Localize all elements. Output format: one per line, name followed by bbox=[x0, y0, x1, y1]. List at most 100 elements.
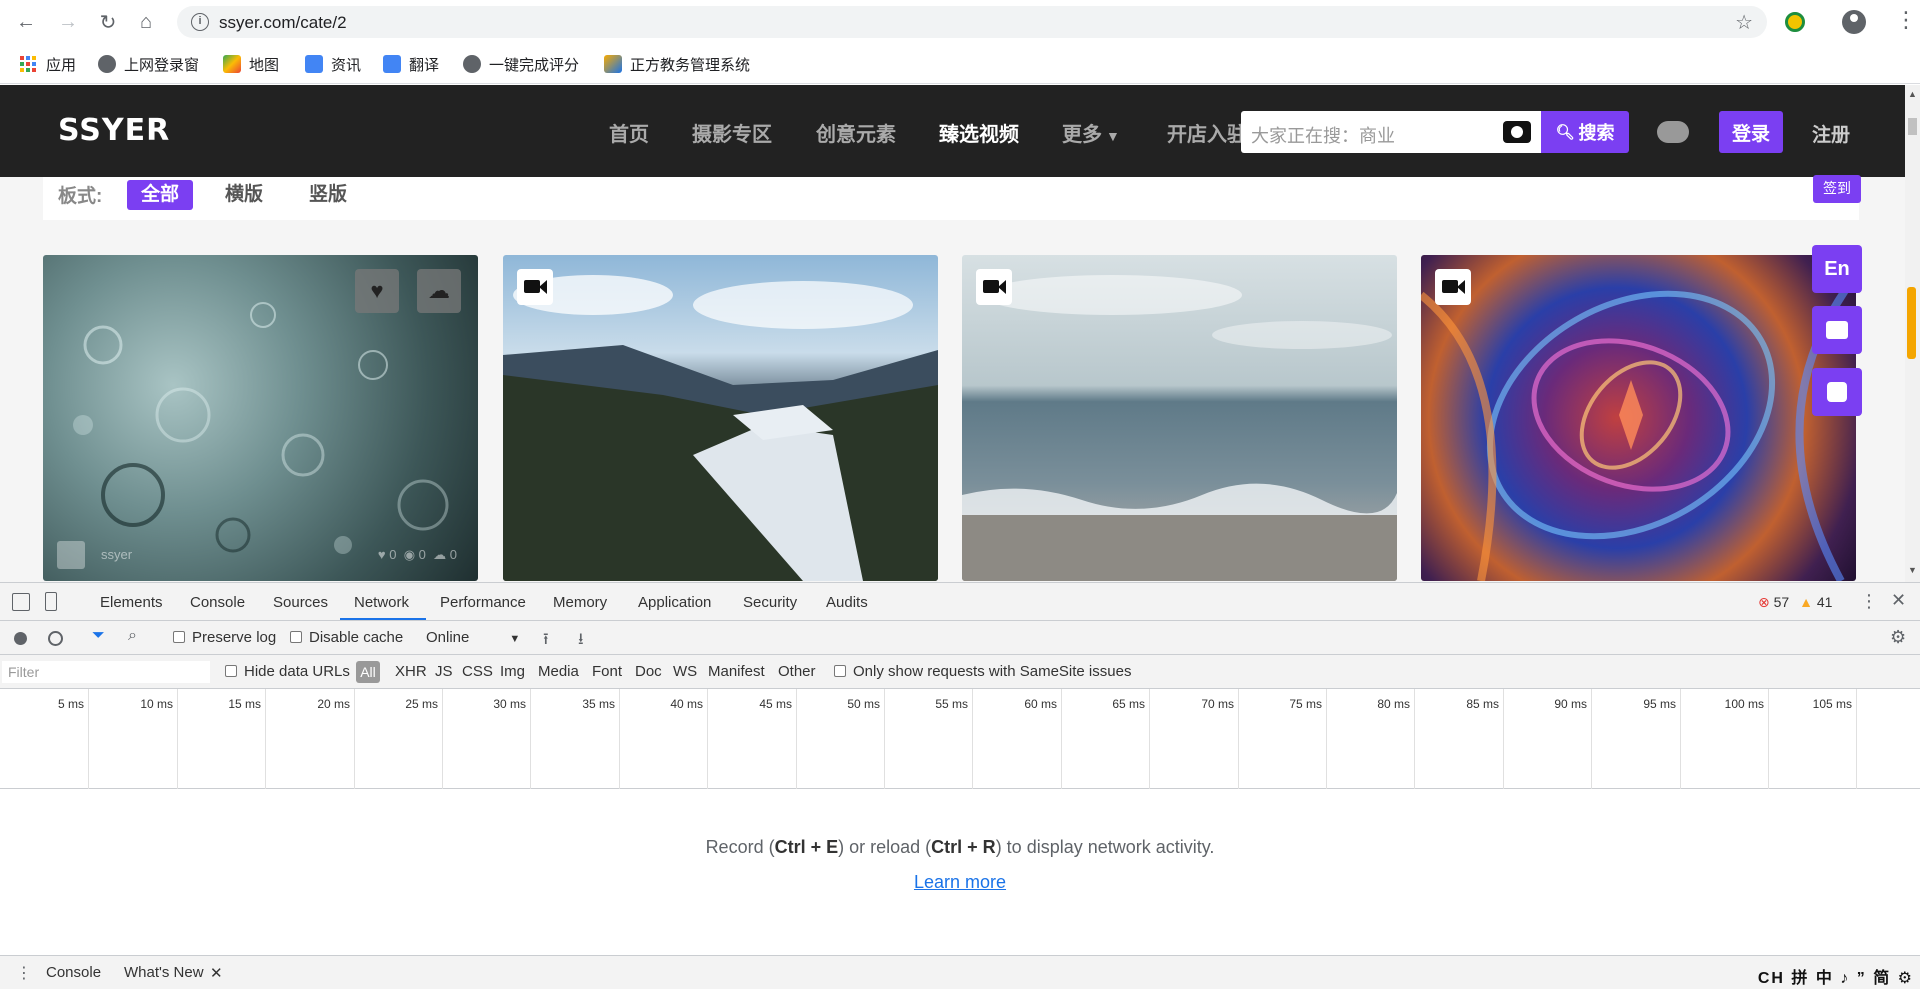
tab-application[interactable]: Application bbox=[638, 594, 711, 611]
avatar bbox=[57, 541, 85, 569]
nav-home[interactable]: 首页 bbox=[609, 118, 649, 147]
type-filter-doc[interactable]: Doc bbox=[635, 663, 662, 680]
address-bar[interactable]: i ssyer.com/cate/2 ☆ bbox=[177, 6, 1767, 38]
tab-sources[interactable]: Sources bbox=[273, 594, 328, 611]
filter-label: 板式: bbox=[58, 186, 103, 207]
reload-icon[interactable]: ↻ bbox=[96, 10, 120, 34]
language-en-button[interactable]: En bbox=[1812, 245, 1862, 293]
drawer-tab-whats-new[interactable]: What's New bbox=[124, 964, 204, 981]
timeline-tick-label: 35 ms bbox=[582, 697, 615, 711]
tab-memory[interactable]: Memory bbox=[553, 594, 607, 611]
nav-photography[interactable]: 摄影专区 bbox=[692, 118, 772, 147]
filter-portrait[interactable]: 竖版 bbox=[295, 180, 361, 210]
type-filter-css[interactable]: CSS bbox=[462, 663, 493, 680]
tab-network[interactable]: Network bbox=[354, 594, 409, 611]
search-icon[interactable]: ⌕ bbox=[128, 627, 137, 645]
export-har-icon[interactable]: ⭳ bbox=[578, 628, 584, 655]
bookmark-apps[interactable]: 应用 bbox=[20, 53, 76, 75]
message-icon[interactable] bbox=[1812, 306, 1862, 354]
side-scroll-handle[interactable] bbox=[1907, 287, 1916, 359]
filter-all[interactable]: 全部 bbox=[127, 180, 194, 210]
type-filter-media[interactable]: Media bbox=[538, 663, 579, 680]
nav-open-store[interactable]: 开店入驻 bbox=[1167, 118, 1247, 147]
video-card[interactable] bbox=[503, 255, 938, 581]
inspect-element-icon[interactable] bbox=[12, 593, 30, 611]
translate-icon bbox=[383, 55, 401, 73]
scroll-up-icon[interactable]: ▲ bbox=[1908, 89, 1917, 99]
site-info-icon[interactable]: i bbox=[191, 13, 209, 31]
search-input[interactable]: 大家正在搜：商业 bbox=[1241, 111, 1541, 153]
issue-counts[interactable]: ⊗ 57 ▲ 41 bbox=[1758, 594, 1832, 611]
hide-data-urls-checkbox[interactable]: Hide data URLs bbox=[225, 663, 350, 680]
preserve-log-checkbox[interactable]: Preserve log bbox=[173, 629, 276, 646]
tab-audits[interactable]: Audits bbox=[826, 594, 868, 611]
bookmark-login-window[interactable]: 上网登录窗 bbox=[98, 53, 199, 75]
phone-icon[interactable] bbox=[1812, 368, 1862, 416]
close-icon[interactable]: ✕ bbox=[1891, 590, 1906, 611]
video-card[interactable] bbox=[1421, 255, 1856, 581]
bookmark-edu-system[interactable]: 正方教务管理系统 bbox=[604, 53, 750, 75]
site-logo[interactable]: SSYER bbox=[58, 113, 170, 148]
filter-input[interactable]: Filter bbox=[2, 661, 210, 683]
forward-icon[interactable]: → bbox=[56, 10, 80, 34]
nav-featured-video[interactable]: 臻选视频 bbox=[939, 118, 1019, 147]
bookmark-translate[interactable]: 翻译 bbox=[383, 53, 439, 75]
nav-more[interactable]: 更多 ▼ bbox=[1062, 118, 1120, 147]
home-icon[interactable]: ⌂ bbox=[134, 10, 158, 34]
samesite-checkbox[interactable]: Only show requests with SameSite issues bbox=[834, 663, 1131, 680]
tab-elements[interactable]: Elements bbox=[100, 594, 163, 611]
type-filter-img[interactable]: Img bbox=[500, 663, 525, 680]
clear-icon[interactable] bbox=[48, 631, 63, 646]
tab-performance[interactable]: Performance bbox=[440, 594, 526, 611]
record-icon[interactable] bbox=[14, 632, 27, 645]
bookmark-news[interactable]: 资讯 bbox=[305, 53, 361, 75]
nav-creative[interactable]: 创意元素 bbox=[816, 118, 896, 147]
video-card[interactable]: ♥ ☁ ssyer ♥ 0 ◉ 0 ☁ 0 bbox=[43, 255, 478, 581]
network-empty-state: Record (Ctrl + E) or reload (Ctrl + R) t… bbox=[0, 789, 1920, 949]
back-icon[interactable]: ← bbox=[14, 10, 38, 34]
bookmark-one-click-grading[interactable]: 一键完成评分 bbox=[463, 53, 579, 75]
scroll-down-icon[interactable]: ▼ bbox=[1908, 565, 1917, 575]
devtools-tab-bar: Elements Console Sources Network Perform… bbox=[0, 583, 1920, 621]
favorite-heart-icon[interactable]: ♥ bbox=[355, 269, 399, 313]
type-filter-all[interactable]: All bbox=[356, 661, 380, 683]
cloud-upload-icon[interactable] bbox=[1657, 121, 1689, 143]
filter-landscape[interactable]: 横版 bbox=[211, 180, 277, 210]
disable-cache-checkbox[interactable]: Disable cache bbox=[290, 629, 403, 646]
type-filter-manifest[interactable]: Manifest bbox=[708, 663, 765, 680]
extension-icon[interactable] bbox=[1785, 12, 1805, 32]
learn-more-link[interactable]: Learn more bbox=[0, 872, 1920, 893]
bookmark-star-icon[interactable]: ☆ bbox=[1735, 10, 1753, 35]
search-button[interactable]: 🔍︎ 搜索 bbox=[1541, 111, 1629, 153]
url-text[interactable]: ssyer.com/cate/2 bbox=[219, 13, 347, 33]
import-har-icon[interactable]: ⭱ bbox=[543, 628, 549, 655]
filter-icon[interactable]: ⏷ bbox=[92, 627, 105, 645]
device-toolbar-icon[interactable] bbox=[45, 592, 57, 611]
type-filter-ws[interactable]: WS bbox=[673, 663, 697, 680]
type-filter-other[interactable]: Other bbox=[778, 663, 816, 680]
drawer-menu-icon[interactable]: ⋮ bbox=[16, 963, 32, 983]
cloud-download-icon[interactable]: ☁ bbox=[417, 269, 461, 313]
type-filter-js[interactable]: JS bbox=[435, 663, 453, 680]
close-icon[interactable]: ✕ bbox=[210, 964, 223, 982]
browser-menu-icon[interactable]: ⋮ bbox=[1895, 9, 1917, 31]
checkin-button[interactable]: 签到 bbox=[1813, 175, 1861, 203]
scroll-thumb[interactable] bbox=[1908, 118, 1917, 135]
register-link[interactable]: 注册 bbox=[1812, 120, 1850, 147]
timeline-tick-label: 70 ms bbox=[1201, 697, 1234, 711]
drawer-tab-console[interactable]: Console bbox=[46, 964, 101, 981]
empty-message: Record (Ctrl + E) or reload (Ctrl + R) t… bbox=[705, 837, 1215, 857]
login-button[interactable]: 登录 bbox=[1719, 111, 1783, 153]
devtools-menu-icon[interactable]: ⋮ bbox=[1860, 591, 1878, 612]
gear-icon[interactable]: ⚙ bbox=[1890, 627, 1906, 648]
bookmark-maps[interactable]: 地图 bbox=[223, 53, 279, 75]
type-filter-xhr[interactable]: XHR bbox=[395, 663, 427, 680]
tab-console[interactable]: Console bbox=[190, 594, 245, 611]
video-card[interactable] bbox=[962, 255, 1397, 581]
network-overview-timeline[interactable]: 5 ms 10 ms 15 ms 20 ms 25 ms 30 ms 35 ms 40 ms 4… bbox=[0, 689, 1920, 789]
type-filter-font[interactable]: Font bbox=[592, 663, 622, 680]
tab-security[interactable]: Security bbox=[743, 594, 797, 611]
throttling-select[interactable]: Online ▼ bbox=[426, 629, 520, 646]
camera-icon[interactable] bbox=[1503, 121, 1531, 143]
profile-icon[interactable] bbox=[1842, 10, 1866, 34]
